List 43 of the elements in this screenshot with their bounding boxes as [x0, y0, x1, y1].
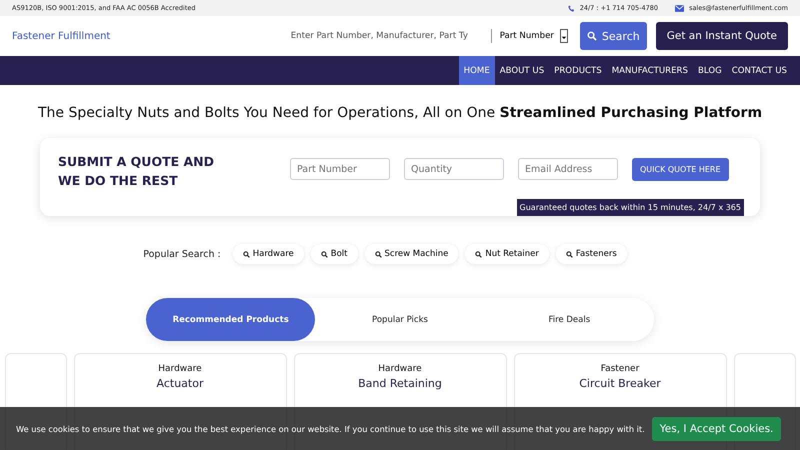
- nav-link[interactable]: MANUFACTURERS: [606, 56, 693, 85]
- nav-link[interactable]: CONTACT US: [726, 56, 792, 85]
- nav-link[interactable]: HOME: [458, 56, 495, 85]
- product-category: Hardware: [378, 364, 422, 374]
- nav-link[interactable]: PRODUCTS: [549, 56, 607, 85]
- product-category: Hardware: [158, 364, 202, 374]
- quote-input-field[interactable]: Part Number: [290, 158, 390, 180]
- search-chip[interactable]: Bolt: [310, 244, 358, 264]
- search-chip[interactable]: Screw Machine: [364, 244, 458, 264]
- phone-icon: [568, 4, 575, 12]
- search-icon: [320, 250, 328, 258]
- nav-link[interactable]: BLOG: [692, 56, 727, 85]
- quote-title: SUBMIT A QUOTE AND WE DO THE REST: [58, 153, 216, 190]
- cookie-message: We use cookies to ensure that we give you the best experience on our website. If you continue to use this site we will assume that you are happy with it.: [16, 424, 645, 434]
- search-icon: [374, 250, 382, 258]
- product-tab[interactable]: Recommended Products: [146, 298, 316, 341]
- site-logo[interactable]: Fastener Fulfillment: [12, 30, 110, 42]
- product-title: Band Retaining: [358, 377, 442, 390]
- quote-input-field[interactable]: Email Address: [518, 158, 618, 180]
- popular-search-label: Popular Search :: [143, 248, 221, 260]
- search-icon: [242, 250, 250, 258]
- search-chip[interactable]: Hardware: [232, 244, 304, 264]
- product-tab[interactable]: Popular Picks: [315, 298, 485, 341]
- search-button[interactable]: Search: [580, 22, 647, 50]
- quote-input-field[interactable]: Quantity: [404, 158, 504, 180]
- product-category: Fastener: [600, 364, 640, 374]
- quick-quote-button[interactable]: QUICK QUOTE HERE: [632, 158, 729, 181]
- search-icon: [566, 250, 573, 258]
- product-title: Actuator: [156, 377, 204, 390]
- search-chip[interactable]: Nut Retainer: [465, 244, 549, 264]
- nav-link[interactable]: ABOUT US: [494, 56, 550, 85]
- dropdown-caret-icon[interactable]: [560, 29, 568, 43]
- guarantee-note: Guaranteed quotes back within 15 minutes, 24/7 x 365: [516, 199, 744, 216]
- search-chip[interactable]: Fasteners: [556, 244, 627, 264]
- accept-cookies-button[interactable]: Yes, I Accept Cookies.: [652, 416, 782, 440]
- product-title: Circuit Breaker: [579, 377, 661, 390]
- envelope-icon: [675, 4, 684, 12]
- search-icon: [586, 31, 597, 41]
- search-icon: [475, 250, 482, 258]
- product-tab[interactable]: Fire Deals: [484, 298, 654, 341]
- instant-quote-button[interactable]: Get an Instant Quote: [656, 22, 788, 50]
- headline: The Specialty Nuts and Bolts You Need for Operations, All on One Streamlined Purchasing Platform: [36, 105, 764, 121]
- search-type-select[interactable]: Part Number: [492, 29, 576, 43]
